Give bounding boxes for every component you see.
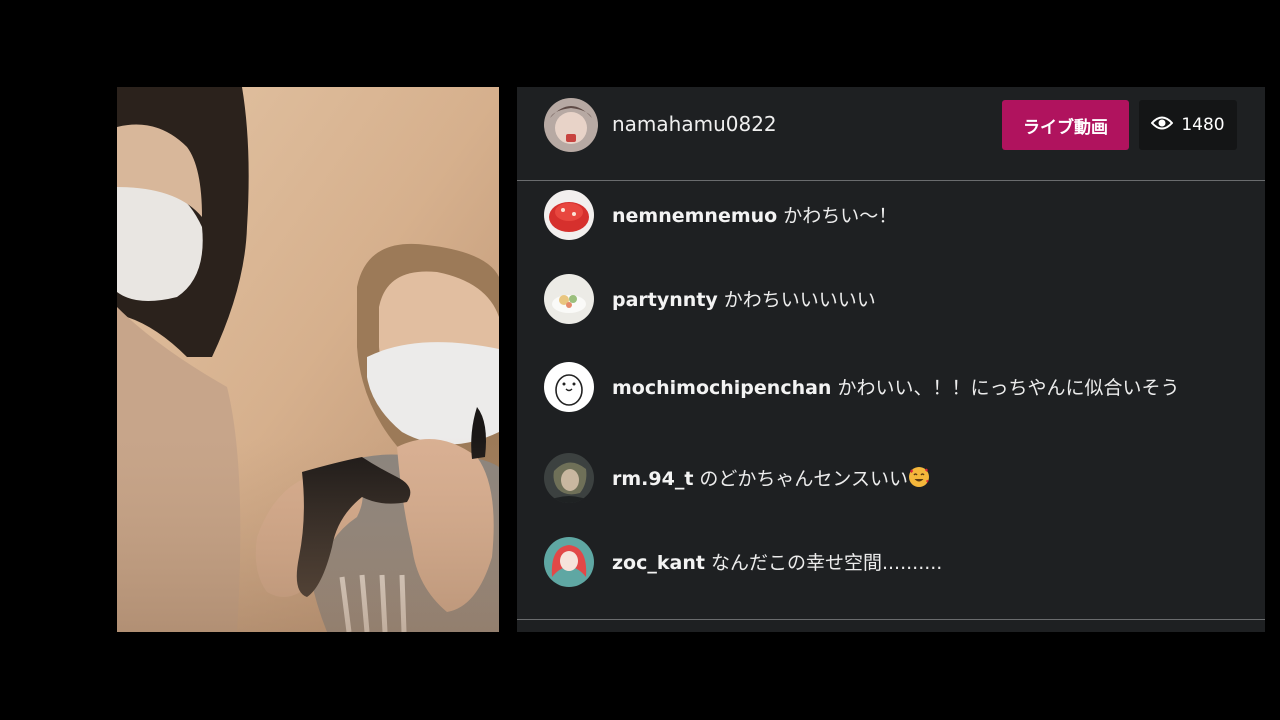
eye-icon [1151,115,1174,136]
comment-username[interactable]: nemnemnemuo [612,205,777,227]
portrait-avatar[interactable] [544,453,594,503]
live-video-button-label: ライブ動画 [1023,117,1108,138]
host-avatar[interactable] [544,98,598,152]
comment-username[interactable]: partynnty [612,289,718,311]
live-video[interactable] [117,87,499,632]
comment-text: nemnemnemuo かわちい〜！ [612,202,1232,230]
video-frame [117,87,499,632]
strawberry-cake-avatar[interactable] [544,190,594,240]
stream-header: namahamu0822 ライブ動画 1480 [517,87,1265,181]
comment-message: かわちいいいいい [723,289,876,311]
smiling-face-with-hearts-icon [908,466,930,488]
comment-text: zoc_kant なんだこの幸せ空間.......... [612,549,1232,577]
chat-bottom-divider [517,619,1265,620]
comment-message: かわいい、！！にっちやんに似合いそう [837,377,1180,399]
viewer-count: 1480 [1181,115,1225,135]
comment-username[interactable]: zoc_kant [612,552,705,574]
stream-viewer: namahamu0822 ライブ動画 1480 nemnemnemuo かわちい… [0,0,1280,720]
live-video-button[interactable]: ライブ動画 [1002,100,1129,150]
food-plate-avatar[interactable] [544,274,594,324]
red-hair-avatar[interactable] [544,537,594,587]
comment-message: かわちい〜！ [783,205,898,227]
comment-username[interactable]: mochimochipenchan [612,377,831,399]
live-chat-panel: namahamu0822 ライブ動画 1480 nemnemnemuo かわちい… [517,87,1265,632]
comment-text: rm.94_t のどかちゃんセンスいい [612,465,1232,493]
comment-username[interactable]: rm.94_t [612,468,693,490]
comment-message: のどかちゃんセンスいい [699,468,909,490]
penguin-drawing-avatar[interactable] [544,362,594,412]
viewer-count-badge: 1480 [1139,100,1237,150]
host-username[interactable]: namahamu0822 [612,112,777,136]
comment-list[interactable]: nemnemnemuo かわちい〜！ partynnty かわちいいいいい mo… [517,181,1265,620]
comment-text: partynnty かわちいいいいい [612,286,1232,314]
comment-message: なんだこの幸せ空間.......... [710,552,943,574]
comment-text: mochimochipenchan かわいい、！！にっちやんに似合いそう [612,374,1232,402]
